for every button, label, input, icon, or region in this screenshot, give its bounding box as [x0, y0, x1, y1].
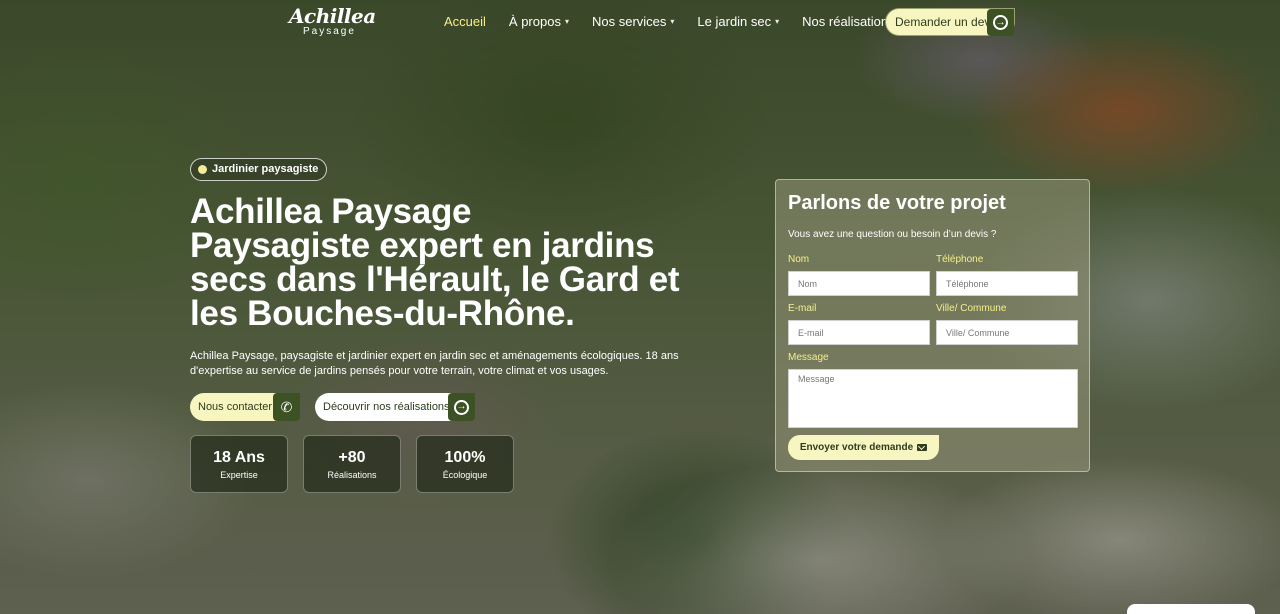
- nav-item-label: À propos: [508, 14, 561, 29]
- stat-label: Écologique: [442, 470, 488, 480]
- discover-realisations-button[interactable]: Découvrir nos réalisations →: [315, 393, 475, 421]
- nav-item-jardin-sec[interactable]: Le jardin sec ▾: [697, 14, 779, 29]
- request-quote-label: Demander un devis: [895, 15, 1000, 29]
- site-header: Achillea Paysage Accueil À propos ▾ Nos s…: [0, 0, 1280, 44]
- stat-label: Réalisations: [327, 470, 377, 480]
- nav-item-nos-services[interactable]: Nos services ▾: [592, 14, 674, 29]
- bottom-right-widget[interactable]: [1127, 604, 1255, 614]
- hero-badge-label: Jardinier paysagiste: [212, 163, 319, 175]
- send-request-button[interactable]: Envoyer votre demande: [788, 435, 939, 460]
- email-label: E-mail: [788, 303, 817, 314]
- nav-item-label: Le jardin sec: [697, 14, 772, 29]
- email-input[interactable]: [788, 320, 930, 345]
- nav-item-realisations[interactable]: Nos réalisations: [802, 14, 895, 29]
- discover-realisations-label: Découvrir nos réalisations: [323, 401, 450, 413]
- hero-title-line2: Paysagiste expert en jardins secs dans l…: [190, 226, 680, 333]
- phone-input[interactable]: [936, 271, 1078, 296]
- request-quote-button[interactable]: Demander un devis →: [885, 8, 1015, 36]
- phone-label: Téléphone: [936, 254, 984, 265]
- send-request-label: Envoyer votre demande: [799, 442, 914, 453]
- name-input[interactable]: [788, 271, 930, 296]
- hero-description: Achillea Paysage, paysagiste et jardinie…: [190, 350, 679, 377]
- stat-value: 18 Ans: [213, 449, 265, 466]
- phone-icon: ✆: [273, 393, 300, 421]
- nav-item-label: Nos réalisations: [802, 14, 895, 29]
- arrow-right-circle-icon: →: [993, 15, 1008, 30]
- chevron-down-icon: ▾: [564, 17, 569, 26]
- stat-card-expertise: 18 Ans Expertise: [190, 435, 288, 493]
- city-label: Ville/ Commune: [936, 303, 1007, 314]
- contact-button[interactable]: Nous contacter ✆: [190, 393, 300, 421]
- chevron-down-icon: ▾: [775, 17, 780, 26]
- nav-item-label: Nos services: [591, 14, 667, 29]
- arrow-right-icon-box: →: [448, 393, 475, 421]
- stat-value: 100%: [444, 449, 486, 466]
- hero-title: Achillea Paysage Paysagiste expert en ja…: [190, 194, 710, 333]
- contact-form: Parlons de votre projet Vous avez une qu…: [775, 179, 1090, 472]
- arrow-right-circle-icon: →: [454, 399, 469, 415]
- nav-item-a-propos[interactable]: À propos ▾: [509, 14, 569, 29]
- badge-dot-icon: [198, 165, 207, 174]
- chevron-down-icon: ▾: [670, 17, 675, 26]
- contact-button-label: Nous contacter: [198, 401, 272, 413]
- nav-item-label: Accueil: [444, 14, 486, 29]
- main-nav: Accueil À propos ▾ Nos services ▾ Le jardi…: [444, 14, 918, 29]
- message-label: Message: [788, 352, 829, 363]
- logo[interactable]: Achillea Paysage: [289, 4, 376, 38]
- nav-item-accueil[interactable]: Accueil: [444, 14, 486, 29]
- envelope-icon: [917, 444, 928, 451]
- form-title: Parlons de votre projet: [788, 192, 1006, 214]
- message-textarea[interactable]: [788, 369, 1078, 428]
- form-intro: Vous avez une question ou besoin d’un de…: [788, 229, 997, 240]
- stat-label: Expertise: [220, 470, 258, 480]
- hero-badge: Jardinier paysagiste: [190, 158, 328, 181]
- stat-card-ecologique: 100% Écologique: [416, 435, 514, 493]
- name-label: Nom: [788, 254, 810, 265]
- logo-script-text: Achillea: [289, 4, 376, 28]
- stat-value: +80: [338, 449, 366, 466]
- arrow-right-icon-box: →: [987, 9, 1014, 36]
- stat-card-realisations: +80 Réalisations: [303, 435, 401, 493]
- city-input[interactable]: [936, 320, 1078, 345]
